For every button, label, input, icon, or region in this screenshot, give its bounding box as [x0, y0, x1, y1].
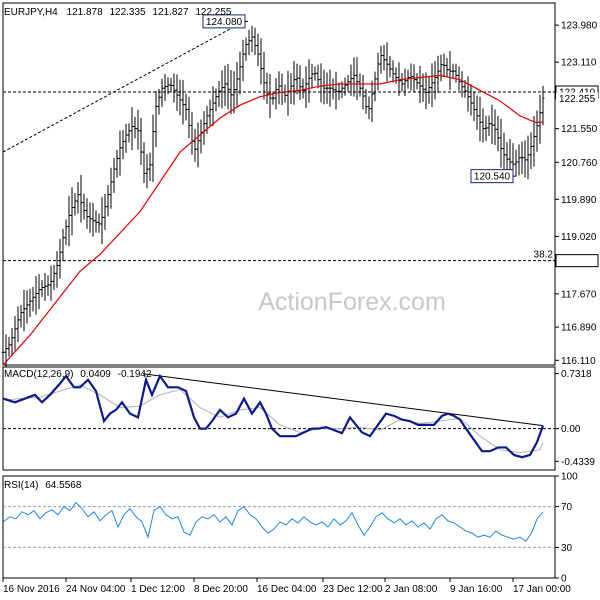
moving-average-line [2, 74, 543, 366]
rsi-tick-label: 0 [561, 574, 567, 585]
price-annotation-label: 120.540 [474, 172, 511, 183]
macd-panel: 0.7318 0.00 -0.4339 [2, 369, 595, 468]
panel-border-2 [2, 475, 556, 579]
rsi-value: 64.5568 [45, 480, 82, 491]
price-tick-label: 117.670 [561, 289, 597, 300]
time-tick-label: 17 Jan 00:00 [513, 584, 571, 595]
eurjpy-h4-chart: 123.980 123.110 122.255 121.550 120.760 119.8… [1, 2, 599, 595]
watermark: ActionForex.com [258, 288, 446, 316]
time-tick-label: 9 Jan 16:00 [450, 584, 503, 595]
macd-header: MACD(12,26,9) 0.0409 -0.1942 [4, 369, 152, 380]
low-value: 121.827 [152, 7, 189, 18]
macd-tick-label: 0.00 [561, 424, 581, 435]
rsi-header: RSI(14) 64.5568 [4, 480, 82, 491]
price-header: EURJPY,H4 121.878 122.335 121.827 122.25… [4, 7, 232, 18]
time-tick-label: 16 Dec 04:00 [257, 584, 317, 595]
macd-label: MACD(12,26,9) [4, 369, 73, 380]
macd-tick-label: 0.7318 [561, 369, 592, 380]
time-tick-label: 16 Nov 2016 [3, 584, 60, 595]
time-tick-label: 2 Jan 08:00 [385, 584, 438, 595]
price-trendline [2, 20, 246, 153]
price-tick-label: 123.110 [561, 58, 597, 69]
rsi-line [2, 501, 544, 542]
time-tick-label: 1 Dec 12:00 [131, 584, 185, 595]
time-tick-label: 24 Nov 04:00 [66, 584, 126, 595]
macd-trendline [142, 373, 544, 427]
price-tick-label: 116.890 [561, 323, 597, 334]
rsi-tick-label: 30 [561, 543, 573, 554]
price-annotation-label: 124.080 [206, 17, 243, 28]
macd-value-2: -0.1942 [118, 369, 152, 380]
fib-level-label: 38.2 [534, 250, 554, 261]
time-tick-label: 23 Dec 12:00 [323, 584, 383, 595]
fib-price-box [555, 254, 599, 268]
rsi-panel: 100 70 30 0 [2, 472, 578, 585]
macd-main-line [2, 373, 545, 459]
current-price-label: 122.255 [559, 94, 596, 105]
rsi-label: RSI(14) [4, 480, 38, 491]
price-tick-label: 119.890 [561, 195, 597, 206]
open-value: 121.878 [67, 7, 104, 18]
time-tick-label: 8 Dec 20:00 [194, 584, 248, 595]
symbol-label: EURJPY,H4 [4, 7, 58, 18]
high-value: 122.335 [109, 7, 146, 18]
rsi-tick-label: 70 [561, 502, 573, 513]
rsi-tick-label: 100 [561, 472, 578, 483]
macd-signal-line [2, 384, 544, 454]
price-tick-label: 121.550 [561, 124, 598, 135]
price-tick-label: 119.020 [561, 232, 597, 243]
price-tick-label: 123.980 [561, 21, 598, 32]
price-tick-label: 120.760 [561, 158, 598, 169]
price-tick-label: 116.110 [561, 356, 596, 367]
time-axis: 16 Nov 2016 24 Nov 04:00 1 Dec 12:00 8 Dec … [2, 578, 571, 595]
close-value: 122.255 [195, 7, 232, 18]
macd-tick-label: -0.4339 [561, 457, 595, 468]
macd-value-1: 0.0409 [80, 369, 111, 380]
